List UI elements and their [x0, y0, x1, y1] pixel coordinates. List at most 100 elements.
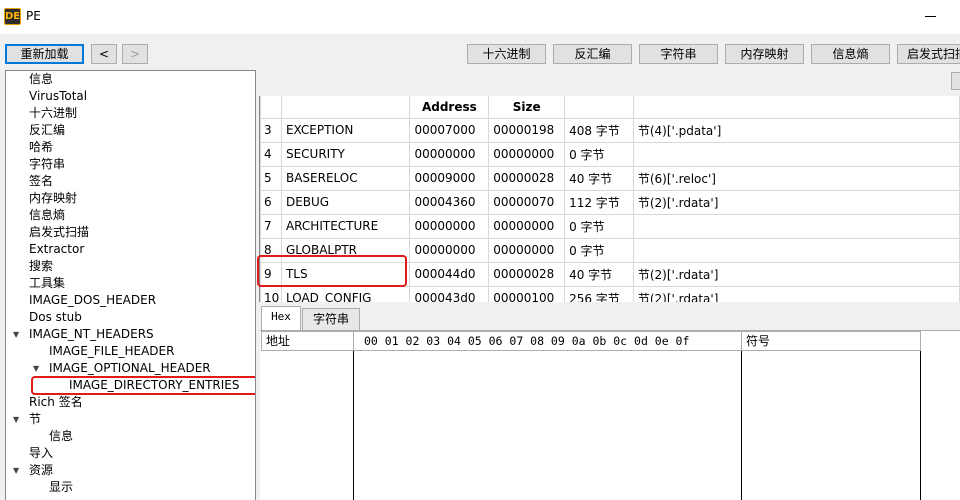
tree-item-hash[interactable]: 哈希 [29, 139, 53, 156]
window-title: PE [26, 9, 41, 23]
cell-address: 00009000 [409, 165, 490, 191]
tree-item-image-dos-header[interactable]: IMAGE_DOS_HEADER [29, 292, 156, 309]
column-header-index[interactable] [260, 96, 282, 119]
tree-item-hex[interactable]: 十六进制 [29, 105, 77, 122]
cell-section: 节(2)['.rdata'] [632, 189, 960, 215]
table-row[interactable]: 3 EXCEPTION 00007000 00000198 408 字节 节(4… [260, 117, 960, 143]
tree-item-extractor[interactable]: Extractor [29, 241, 84, 258]
cell-name: ARCHITECTURE [280, 213, 411, 239]
column-divider [741, 351, 742, 500]
cell-section: 节(2)['.rdata'] [632, 285, 960, 302]
cell-address: 00004360 [409, 189, 490, 215]
pe-viewer-window: DE PE 重新加载 < > 十六进制 反汇编 字符串 内存映射 信息熵 启发式… [0, 0, 960, 500]
tls-row-highlight [257, 255, 407, 287]
tree-item-rich-signature[interactable]: Rich 签名 [29, 394, 83, 411]
table-row[interactable]: 10 LOAD_CONFIG 000043d0 00000100 256 字节 … [260, 285, 960, 302]
bottom-tab-bar: Hex 字符串 [259, 303, 960, 331]
cell-section: 节(6)['.reloc'] [632, 165, 960, 191]
tree-item-image-file-header[interactable]: IMAGE_FILE_HEADER [49, 343, 174, 360]
heuristic-scan-button[interactable]: 启发式扫描 [897, 44, 960, 64]
cell-size: 00000000 [488, 237, 566, 263]
cell-address: 000044d0 [409, 261, 490, 287]
cell-bytes: 0 字节 [564, 213, 634, 239]
cell-size: 00000028 [488, 261, 566, 287]
tree-item-strings[interactable]: 字符串 [29, 156, 65, 173]
cell-index: 3 [260, 117, 282, 143]
cell-bytes: 40 字节 [564, 165, 634, 191]
tree-item-entropy[interactable]: 信息熵 [29, 207, 65, 224]
toolbar: 重新加载 < > 十六进制 反汇编 字符串 内存映射 信息熵 启发式扫描 [0, 34, 960, 70]
tree-item-sections[interactable]: 节 [29, 411, 41, 428]
hex-view: 地址 00 01 02 03 04 05 06 07 08 09 0a 0b 0… [260, 330, 960, 500]
tree-item-memory-map[interactable]: 内存映射 [29, 190, 77, 207]
cell-size: 00000100 [488, 285, 566, 302]
tree-item-resources[interactable]: 资源 [29, 462, 53, 479]
back-button[interactable]: < [91, 44, 117, 64]
disassembly-button[interactable]: 反汇编 [553, 44, 632, 64]
cell-bytes: 40 字节 [564, 261, 634, 287]
tab-hex[interactable]: Hex [261, 306, 301, 331]
tree-item-imports[interactable]: 导入 [29, 445, 53, 462]
expanded-arrow-icon[interactable]: ▼ [13, 411, 19, 428]
expanded-arrow-icon[interactable]: ▼ [13, 462, 19, 479]
cell-name: LOAD_CONFIG [280, 285, 411, 302]
tree-item-signatures[interactable]: 签名 [29, 173, 53, 190]
column-header-section[interactable] [632, 96, 960, 119]
tree-item-dos-stub[interactable]: Dos stub [29, 309, 82, 326]
tree-item-virustotal[interactable]: VirusTotal [29, 88, 87, 105]
cell-bytes: 408 字节 [564, 117, 634, 143]
cell-bytes: 256 字节 [564, 285, 634, 302]
memory-map-button[interactable]: 内存映射 [725, 44, 804, 64]
cell-section [632, 237, 960, 263]
table-row[interactable]: 7 ARCHITECTURE 00000000 00000000 0 字节 [260, 213, 960, 239]
tree-item-image-optional-header[interactable]: IMAGE_OPTIONAL_HEADER [49, 360, 211, 377]
cell-address: 00000000 [409, 141, 490, 167]
cell-bytes: 0 字节 [564, 237, 634, 263]
cell-section [632, 141, 960, 167]
forward-button[interactable]: > [122, 44, 148, 64]
tree-item-disassembly[interactable]: 反汇编 [29, 122, 65, 139]
cell-size: 00000000 [488, 213, 566, 239]
tab-strings[interactable]: 字符串 [302, 308, 360, 330]
cell-address: 00000000 [409, 213, 490, 239]
reload-button[interactable]: 重新加载 [5, 44, 84, 64]
tree-item-heuristic-scan[interactable]: 启发式扫描 [29, 224, 89, 241]
tree-item-image-nt-headers[interactable]: IMAGE_NT_HEADERS [29, 326, 154, 343]
column-divider [920, 351, 921, 500]
cell-section: 节(4)['.pdata'] [632, 117, 960, 143]
cell-size: 00000070 [488, 189, 566, 215]
cell-section: 节(2)['.rdata'] [632, 261, 960, 287]
minimize-icon[interactable] [925, 16, 936, 17]
column-header-address[interactable]: Address [409, 96, 490, 119]
cell-bytes: 0 字节 [564, 141, 634, 167]
strings-button[interactable]: 字符串 [639, 44, 718, 64]
cell-index: 7 [260, 213, 282, 239]
column-header-name[interactable] [280, 96, 411, 119]
hex-view-button[interactable]: 十六进制 [467, 44, 546, 64]
column-header-bytes[interactable] [564, 96, 634, 119]
tree-item-resources-show[interactable]: 显示 [49, 479, 73, 496]
expanded-arrow-icon[interactable]: ▼ [33, 360, 39, 377]
cell-name: EXCEPTION [280, 117, 411, 143]
entropy-button[interactable]: 信息熵 [811, 44, 890, 64]
tree-item-tools[interactable]: 工具集 [29, 275, 65, 292]
hex-header-symbol[interactable]: 符号 [741, 331, 921, 351]
table-row[interactable]: 6 DEBUG 00004360 00000070 112 字节 节(2)['.… [260, 189, 960, 215]
tree-item-info[interactable]: 信息 [29, 71, 53, 88]
table-row[interactable]: 5 BASERELOC 00009000 00000028 40 字节 节(6)… [260, 165, 960, 191]
table-options-button[interactable] [951, 72, 960, 90]
cell-name: DEBUG [280, 189, 411, 215]
expanded-arrow-icon[interactable]: ▼ [13, 326, 19, 343]
tree-item-sections-info[interactable]: 信息 [49, 428, 73, 445]
tree-item-search[interactable]: 搜索 [29, 258, 53, 275]
cell-section [632, 213, 960, 239]
column-header-size[interactable]: Size [488, 96, 566, 119]
title-bar: DE PE [0, 0, 960, 34]
app-logo-icon: DE [4, 8, 21, 25]
hex-header-address[interactable]: 地址 [261, 331, 354, 351]
table-row[interactable]: 4 SECURITY 00000000 00000000 0 字节 [260, 141, 960, 167]
cell-size: 00000198 [488, 117, 566, 143]
table-header-row: Address Size [260, 96, 960, 119]
cell-address: 000043d0 [409, 285, 490, 302]
hex-header-bytes[interactable]: 00 01 02 03 04 05 06 07 08 09 0a 0b 0c 0… [353, 331, 742, 351]
